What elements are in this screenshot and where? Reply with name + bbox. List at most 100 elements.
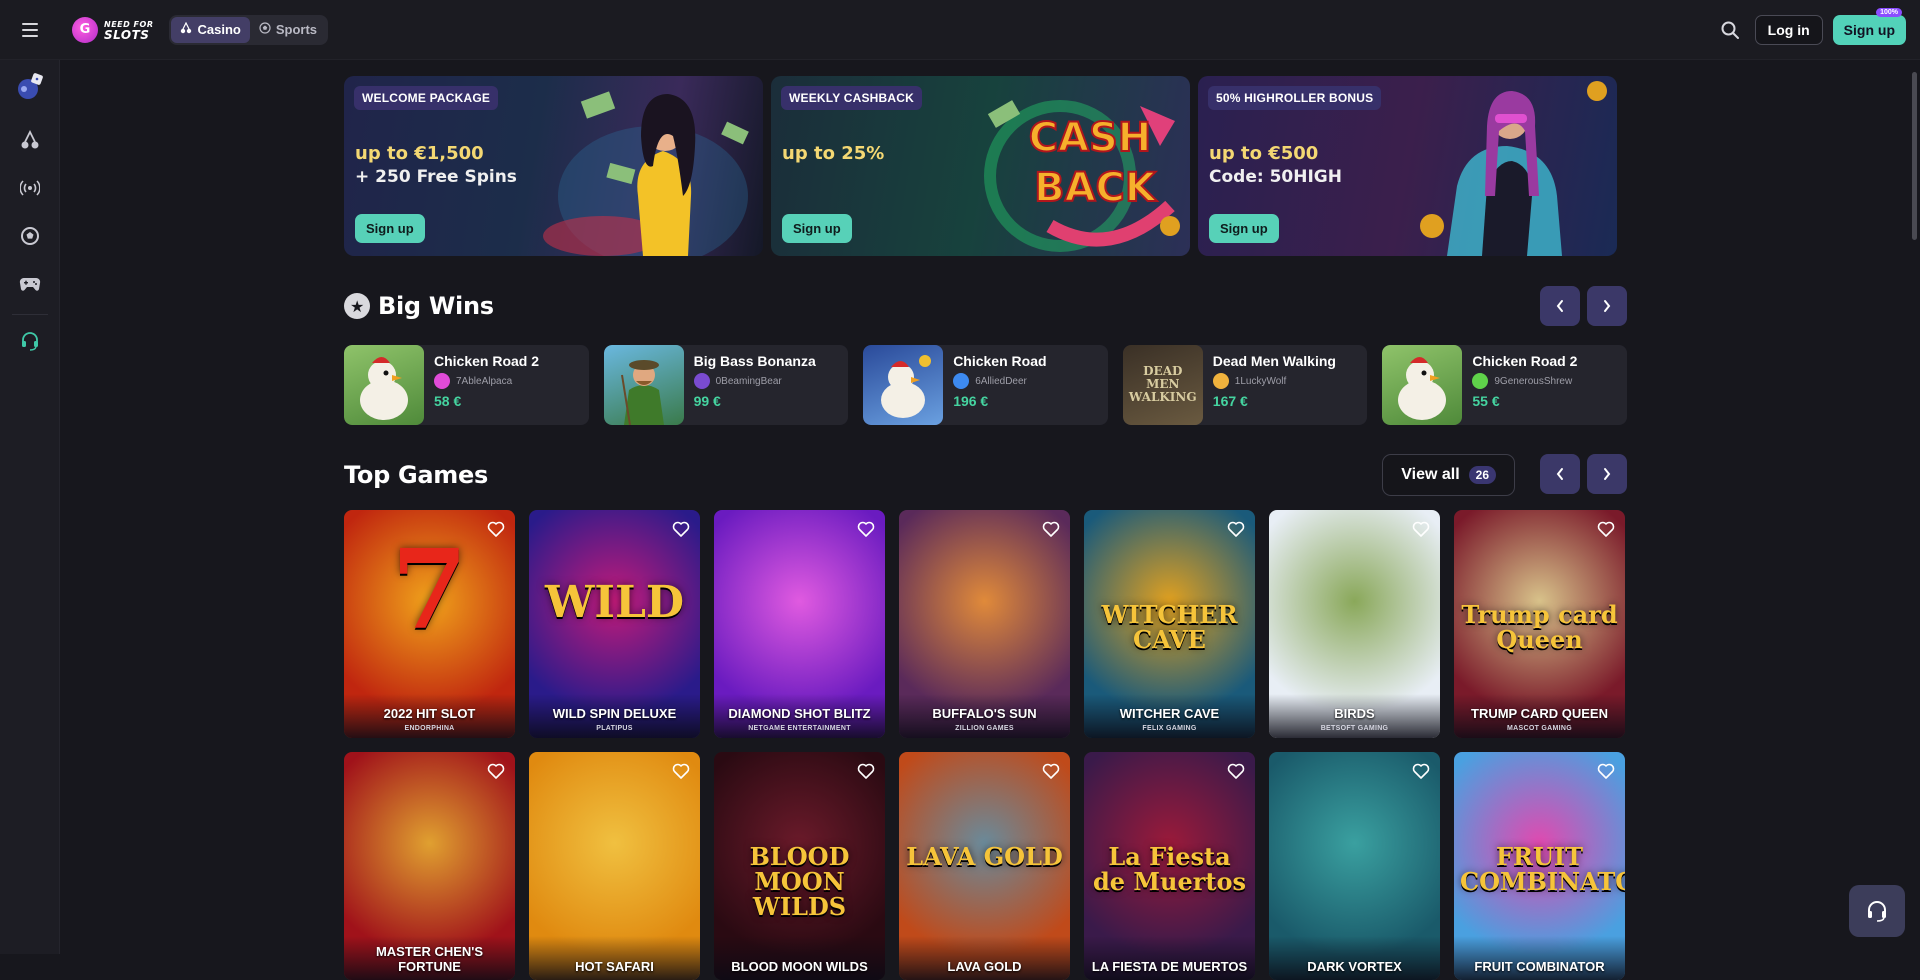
soccer-ball-icon — [20, 226, 40, 251]
big-win-item[interactable]: Chicken Road 6AlliedDeer 196 € — [863, 345, 1108, 425]
game-card[interactable]: Trump card Queen TRUMP CARD QUEEN MASCOT G… — [1454, 510, 1625, 738]
view-all-label: View all — [1401, 466, 1460, 483]
win-amount: 55 € — [1472, 393, 1500, 409]
game-card-title: DARK VORTEX — [1307, 959, 1402, 974]
cashback-art-text-1: CASH — [1029, 115, 1152, 161]
game-card[interactable]: BLOOD MOON WILDS BLOOD MOON WILDS — [714, 752, 885, 980]
heart-icon[interactable] — [1226, 761, 1246, 781]
highroller-girl-art — [1420, 81, 1607, 256]
sidebar-item-support[interactable] — [0, 319, 60, 367]
logo-line-2: SLOTS — [104, 27, 150, 42]
view-all-button[interactable]: View all 26 — [1382, 454, 1515, 496]
tab-casino[interactable]: Casino — [171, 16, 250, 43]
win-username: 9GenerousShrew — [1494, 375, 1573, 387]
big-wins-header: ★ Big Wins — [344, 286, 1627, 326]
heart-icon[interactable] — [1596, 761, 1616, 781]
tab-sports[interactable]: Sports — [250, 17, 326, 43]
top-games-title: Top Games — [344, 461, 488, 489]
sidebar-item-games[interactable] — [0, 262, 60, 310]
game-card-provider: NETGAME ENTERTAINMENT — [748, 725, 851, 732]
site-logo[interactable]: G NEED FOR SLOTS — [72, 16, 153, 43]
heart-icon[interactable] — [671, 519, 691, 539]
heart-icon[interactable] — [856, 761, 876, 781]
promo-tag: WELCOME PACKAGE — [354, 86, 499, 110]
game-card-title: WILD SPIN DELUXE — [552, 706, 677, 721]
win-game-name: Chicken Road — [953, 353, 1047, 369]
star-icon: ★ — [344, 293, 370, 319]
heart-icon[interactable] — [1411, 519, 1431, 539]
heart-icon[interactable] — [1596, 519, 1616, 539]
game-card[interactable]: MASTER CHEN'S FORTUNE — [344, 752, 515, 980]
top-games-prev-button[interactable] — [1540, 454, 1580, 494]
win-username: 6AlliedDeer — [975, 375, 1027, 387]
cherries-icon — [180, 21, 192, 37]
game-card[interactable]: 7 2022 HIT SLOT ENDORPHINA — [344, 510, 515, 738]
game-card-title: BUFFALO'S SUN — [932, 706, 1037, 721]
game-card-logo: La Fiesta de Muertos — [1093, 842, 1246, 897]
sidebar-item-casino[interactable] — [0, 118, 60, 166]
heart-icon[interactable] — [1226, 519, 1246, 539]
game-card-logo: WILD — [544, 577, 685, 628]
scrollbar-thumb[interactable] — [1912, 72, 1917, 240]
win-username: 1LuckyWolf — [1234, 375, 1287, 387]
game-card-title: DIAMOND SHOT BLITZ — [728, 706, 871, 721]
sidebar-item-promo[interactable] — [0, 60, 60, 118]
sidebar-item-sports[interactable] — [0, 214, 60, 262]
heart-icon[interactable] — [1411, 761, 1431, 781]
game-card[interactable]: BUFFALO'S SUN ZILLION GAMES — [899, 510, 1070, 738]
heart-icon[interactable] — [1041, 761, 1061, 781]
search-icon[interactable] — [1715, 15, 1745, 45]
game-card[interactable]: WITCHER CAVE WITCHER CAVE FELIX GAMING — [1084, 510, 1255, 738]
game-card[interactable]: LAVA GOLD LAVA GOLD — [899, 752, 1070, 980]
heart-icon[interactable] — [856, 519, 876, 539]
game-thumbnail — [1382, 345, 1463, 425]
game-card[interactable]: DIAMOND SHOT BLITZ NETGAME ENTERTAINMENT — [714, 510, 885, 738]
headset-icon — [1868, 901, 1886, 922]
heart-icon[interactable] — [486, 761, 506, 781]
big-wins-prev-button[interactable] — [1540, 286, 1580, 326]
sidebar-item-live[interactable] — [0, 166, 60, 214]
promo-banner-cashback[interactable]: CASH BACK WEEKLY CASHBACK up to 25% Sign… — [771, 76, 1190, 256]
big-win-item[interactable]: DEAD MEN WALKING Dead Men Walking 1Lucky… — [1122, 345, 1368, 425]
win-game-name: Big Bass Bonanza — [693, 353, 816, 369]
chevron-right-icon — [1604, 300, 1611, 312]
game-card[interactable]: La Fiesta de Muertos LA FIESTA DE MUERTOS — [1084, 752, 1255, 980]
promo-banner-highroller[interactable]: 50% HIGHROLLER BONUS up to €500 Code: 50… — [1198, 76, 1617, 256]
top-games-next-button[interactable] — [1587, 454, 1627, 494]
cashback-art-text-2: BACK — [1034, 165, 1158, 211]
game-card-title: LAVA GOLD — [947, 959, 1022, 974]
big-wins-next-button[interactable] — [1587, 286, 1627, 326]
game-card-provider: PLATIPUS — [596, 725, 633, 732]
heart-icon[interactable] — [486, 519, 506, 539]
promo-title: up to €1,500 — [355, 143, 484, 164]
menu-icon[interactable] — [0, 0, 60, 60]
game-card[interactable]: HOT SAFARI — [529, 752, 700, 980]
signup-bonus-badge: 100% — [1876, 7, 1902, 17]
signup-button[interactable]: Sign up 100% — [1832, 7, 1906, 45]
game-card-provider: ZILLION GAMES — [955, 725, 1014, 732]
promo-tag: 50% HIGHROLLER BONUS — [1208, 86, 1382, 110]
game-card[interactable]: FRUIT COMBINATOR FRUIT COMBINATOR — [1454, 752, 1625, 980]
game-card[interactable]: BIRDS BETSOFT GAMING — [1269, 510, 1440, 738]
promo-banner-welcome[interactable]: WELCOME PACKAGE up to €1,500 + 250 Free … — [344, 76, 763, 256]
promo-tag: WEEKLY CASHBACK — [781, 86, 923, 110]
game-card-title: 2022 HIT SLOT — [383, 706, 476, 721]
game-card[interactable]: WILD WILD SPIN DELUXE PLATIPUS — [529, 510, 700, 738]
promo-signup-button[interactable]: Sign up — [782, 214, 852, 243]
game-card[interactable]: DARK VORTEX — [1269, 752, 1440, 980]
soccer-ball-icon — [259, 22, 271, 37]
avatar — [953, 373, 970, 389]
support-chat-button[interactable] — [1849, 885, 1905, 937]
win-amount: 58 € — [434, 393, 462, 409]
game-thumbnail: DEAD MEN WALKING — [1122, 345, 1203, 425]
big-win-item[interactable]: Big Bass Bonanza 0BeamingBear 99 € — [603, 345, 849, 425]
login-button[interactable]: Log in — [1754, 14, 1823, 45]
signup-button-label: Sign up — [1843, 21, 1895, 38]
heart-icon[interactable] — [671, 761, 691, 781]
big-win-item[interactable]: Chicken Road 2 7AbleAlpaca 58 € — [344, 345, 589, 425]
heart-icon[interactable] — [1041, 519, 1061, 539]
promo-signup-button[interactable]: Sign up — [1209, 214, 1279, 243]
promo-signup-button[interactable]: Sign up — [355, 214, 425, 243]
top-games-grid: 7 2022 HIT SLOT ENDORPHINA WILD WILD SPIN DE… — [344, 510, 1627, 980]
big-win-item[interactable]: Chicken Road 2 9GenerousShrew 55 € — [1382, 345, 1627, 425]
